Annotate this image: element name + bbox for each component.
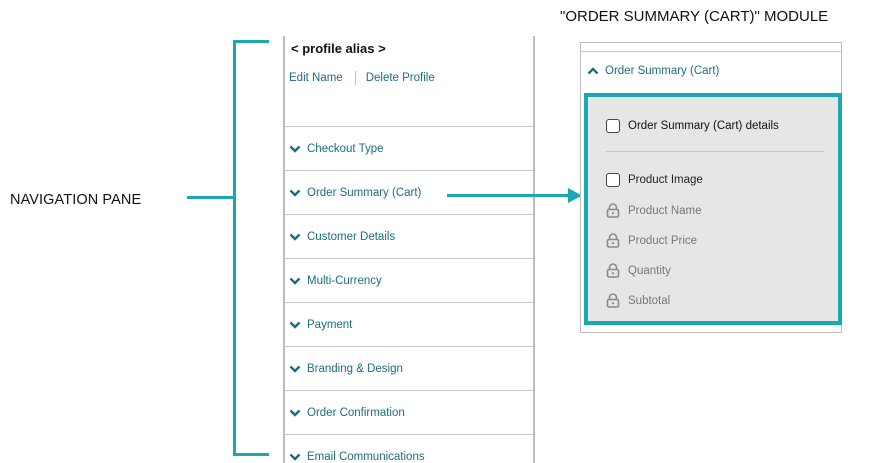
nav-item-label: Email Communications xyxy=(307,450,425,463)
profile-alias: < profile alias > xyxy=(291,41,386,56)
order-summary-module: Order Summary (Cart) Order Summary (Cart… xyxy=(580,42,842,333)
nav-bracket-top xyxy=(233,40,269,43)
product-image-checkbox[interactable] xyxy=(606,173,620,187)
navigation-pane: < profile alias > Edit Name Delete Profi… xyxy=(283,36,535,463)
chevron-down-icon xyxy=(289,451,301,463)
details-checkbox-row[interactable]: Order Summary (Cart) details xyxy=(606,119,779,133)
nav-item-branding-design[interactable]: Branding & Design xyxy=(285,346,533,390)
lock-icon xyxy=(606,233,620,248)
nav-item-label: Multi-Currency xyxy=(307,274,382,287)
chevron-down-icon xyxy=(289,231,301,243)
details-label: Order Summary (Cart) details xyxy=(628,120,779,132)
nav-item-customer-details[interactable]: Customer Details xyxy=(285,214,533,258)
chevron-down-icon xyxy=(289,275,301,287)
nav-item-multi-currency[interactable]: Multi-Currency xyxy=(285,258,533,302)
edit-name-link[interactable]: Edit Name xyxy=(289,72,343,84)
field-subtotal: Subtotal xyxy=(606,293,670,308)
chevron-down-icon xyxy=(289,319,301,331)
nav-item-checkout-type[interactable]: Checkout Type xyxy=(285,126,533,170)
field-label: Product Image xyxy=(628,174,703,186)
lock-icon xyxy=(606,203,620,218)
field-quantity: Quantity xyxy=(606,263,671,278)
lock-icon xyxy=(606,293,620,308)
nav-pointer-line xyxy=(187,196,235,199)
delete-profile-link[interactable]: Delete Profile xyxy=(366,72,435,84)
nav-item-label: Checkout Type xyxy=(307,142,384,155)
nav-item-label: Branding & Design xyxy=(307,362,403,375)
field-label: Product Price xyxy=(628,234,698,247)
nav-item-payment[interactable]: Payment xyxy=(285,302,533,346)
details-checkbox[interactable] xyxy=(606,119,620,133)
module-settings-panel: Order Summary (Cart) details Product Ima… xyxy=(584,93,842,325)
lock-icon xyxy=(606,263,620,278)
nav-item-label: Payment xyxy=(307,318,353,331)
chevron-down-icon xyxy=(289,187,301,199)
chevron-down-icon xyxy=(289,143,301,155)
module-header-label: Order Summary (Cart) xyxy=(605,65,720,77)
nav-item-label: Customer Details xyxy=(307,230,396,243)
nav-item-label: Order Confirmation xyxy=(307,406,405,419)
nav-item-email-communications[interactable]: Email Communications xyxy=(285,434,533,463)
field-product-price: Product Price xyxy=(606,233,697,248)
field-product-name: Product Name xyxy=(606,203,702,218)
module-header[interactable]: Order Summary (Cart) xyxy=(587,65,719,77)
chevron-up-icon xyxy=(587,65,599,77)
chevron-down-icon xyxy=(289,363,301,375)
nav-bracket-bottom xyxy=(233,453,269,456)
link-separator xyxy=(354,71,356,85)
field-label: Subtotal xyxy=(628,294,671,307)
module-divider xyxy=(581,51,841,52)
connector-arrow-line xyxy=(447,194,572,197)
field-product-image[interactable]: Product Image xyxy=(606,173,703,187)
field-label: Quantity xyxy=(628,264,671,277)
panel-divider xyxy=(606,151,824,152)
nav-bracket xyxy=(233,40,236,456)
nav-item-order-summary[interactable]: Order Summary (Cart) xyxy=(285,170,533,214)
module-title-label: "ORDER SUMMARY (CART)" MODULE xyxy=(560,8,829,25)
chevron-down-icon xyxy=(289,407,301,419)
field-label: Product Name xyxy=(628,204,702,217)
nav-item-label: Order Summary (Cart) xyxy=(307,186,422,199)
nav-item-order-confirmation[interactable]: Order Confirmation xyxy=(285,390,533,434)
profile-links: Edit Name Delete Profile xyxy=(289,71,435,85)
navigation-pane-label: NAVIGATION PANE xyxy=(10,192,142,208)
